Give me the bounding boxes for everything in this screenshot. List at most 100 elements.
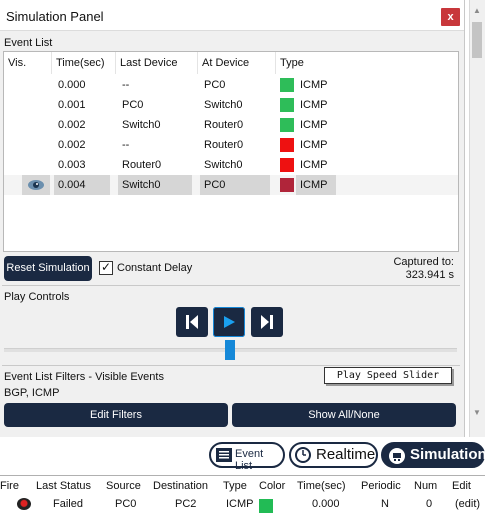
table-row[interactable]: 0.003 Router0 Switch0 ICMP: [4, 155, 458, 175]
pdu-col-source[interactable]: Source: [106, 478, 141, 494]
pdu-col-num[interactable]: Num: [414, 478, 437, 494]
pdu-col-time[interactable]: Time(sec): [297, 478, 345, 494]
play-controls-label: Play Controls: [4, 291, 70, 303]
table-row[interactable]: 0.004 Switch0 PC0 ICMP: [4, 175, 458, 195]
filters-value: BGP, ICMP: [4, 387, 60, 399]
forward-icon: [261, 315, 273, 329]
back-icon: [186, 315, 198, 329]
column-header-type[interactable]: Type: [276, 52, 458, 74]
column-header-last-device[interactable]: Last Device: [116, 52, 198, 74]
vis-cell[interactable]: [22, 135, 50, 155]
event-list-table[interactable]: Vis. Time(sec) Last Device At Device Typ…: [3, 51, 459, 252]
close-button[interactable]: x: [441, 8, 460, 26]
event-last-cell: --: [122, 139, 130, 151]
panel-title: Simulation Panel: [6, 9, 104, 24]
type-color-swatch: [280, 118, 294, 132]
event-type-cell: ICMP: [300, 159, 328, 171]
event-list-label: Event List: [4, 37, 53, 49]
pdu-periodic: N: [381, 498, 389, 510]
pdu-num: 0: [426, 498, 433, 510]
scroll-up-icon[interactable]: ▲: [469, 4, 485, 18]
event-at-cell: Router0: [204, 139, 244, 151]
scroll-down-icon[interactable]: ▼: [469, 406, 485, 420]
event-last-cell: Switch0: [118, 175, 192, 195]
event-time-cell: 0.001: [58, 99, 86, 111]
event-last-cell: PC0: [122, 99, 144, 111]
pdu-table-border: [0, 475, 485, 476]
back-button[interactable]: [176, 307, 208, 337]
event-type-cell: ICMP: [300, 79, 328, 91]
play-speed-slider-thumb[interactable]: [225, 340, 235, 360]
vis-cell[interactable]: [22, 95, 50, 115]
play-button[interactable]: [213, 307, 245, 337]
pdu-col-type[interactable]: Type: [223, 478, 247, 494]
pdu-edit-link[interactable]: (edit): [455, 496, 480, 512]
slider-tooltip: Play Speed Slider: [324, 367, 452, 384]
pdu-time: 0.000: [312, 498, 340, 510]
forward-button[interactable]: [251, 307, 283, 337]
pdu-col-fire[interactable]: Fire: [0, 478, 19, 494]
table-row[interactable]: 0.001 PC0 Switch0 ICMP: [4, 95, 458, 115]
pdu-destination: PC2: [175, 498, 197, 510]
reset-simulation-button[interactable]: Reset Simulation: [4, 256, 92, 281]
section-divider: [2, 285, 460, 286]
event-list-tab[interactable]: Event List: [209, 442, 285, 472]
pdu-col-last-status[interactable]: Last Status: [36, 478, 91, 494]
event-time-cell: 0.002: [58, 139, 86, 151]
pdu-color-swatch: [259, 499, 273, 513]
vis-cell[interactable]: [22, 115, 50, 135]
check-icon: ✓: [101, 260, 112, 274]
fire-icon[interactable]: [17, 498, 31, 510]
vis-cell[interactable]: [22, 155, 50, 175]
vis-cell[interactable]: [22, 75, 50, 95]
event-type-cell: ICMP: [300, 99, 328, 111]
constant-delay-checkbox[interactable]: ✓: [99, 260, 113, 275]
event-list-tab-label: Event List: [235, 448, 264, 472]
pdu-col-edit[interactable]: Edit: [452, 478, 471, 494]
simulation-tab[interactable]: Simulation: [381, 442, 485, 468]
table-row[interactable]: 0.000 -- PC0 ICMP: [4, 75, 458, 95]
section-divider: [2, 365, 460, 366]
event-at-cell: Router0: [204, 119, 244, 131]
edit-filters-button[interactable]: Edit Filters: [4, 403, 228, 427]
eye-icon: [28, 180, 44, 190]
event-last-cell: Router0: [122, 159, 162, 171]
pdu-status: Failed: [53, 498, 83, 510]
column-header-at-device[interactable]: At Device: [198, 52, 276, 74]
captured-to-value: 323.941 s: [405, 269, 454, 281]
realtime-tab-label: Realtime: [316, 446, 376, 463]
event-last-cell: Switch0: [122, 119, 161, 131]
vis-cell[interactable]: [22, 175, 50, 195]
event-at-cell: Switch0: [204, 159, 243, 171]
panel-scrollbar[interactable]: [469, 0, 485, 437]
event-at-cell: Switch0: [204, 99, 243, 111]
play-icon: [224, 316, 235, 328]
event-at-cell: PC0: [200, 175, 270, 195]
type-color-swatch: [280, 178, 294, 192]
event-type-cell: ICMP: [300, 119, 328, 131]
event-type-cell: ICMP: [300, 139, 328, 151]
show-all-none-button[interactable]: Show All/None: [232, 403, 456, 427]
pdu-col-color[interactable]: Color: [259, 478, 285, 494]
event-time-cell: 0.002: [58, 119, 86, 131]
pdu-type: ICMP: [226, 498, 254, 510]
table-row[interactable]: 0.002 Switch0 Router0 ICMP: [4, 115, 458, 135]
pdu-col-periodic[interactable]: Periodic: [361, 478, 401, 494]
realtime-tab[interactable]: Realtime: [289, 442, 378, 468]
clock-icon: [295, 447, 311, 463]
scroll-thumb[interactable]: [472, 22, 482, 58]
event-time-cell: 0.004: [54, 175, 110, 195]
pdu-col-destination[interactable]: Destination: [153, 478, 208, 494]
type-color-swatch: [280, 98, 294, 112]
event-time-cell: 0.000: [58, 79, 86, 91]
type-color-swatch: [280, 138, 294, 152]
column-header-time[interactable]: Time(sec): [52, 52, 116, 74]
type-color-swatch: [280, 158, 294, 172]
captured-to-label: Captured to:: [393, 256, 454, 268]
event-at-cell: PC0: [204, 79, 226, 91]
constant-delay-label: Constant Delay: [117, 262, 193, 274]
column-header-vis[interactable]: Vis.: [4, 52, 52, 74]
type-color-swatch: [280, 78, 294, 92]
filters-label: Event List Filters - Visible Events: [4, 371, 164, 383]
table-row[interactable]: 0.002 -- Router0 ICMP: [4, 135, 458, 155]
